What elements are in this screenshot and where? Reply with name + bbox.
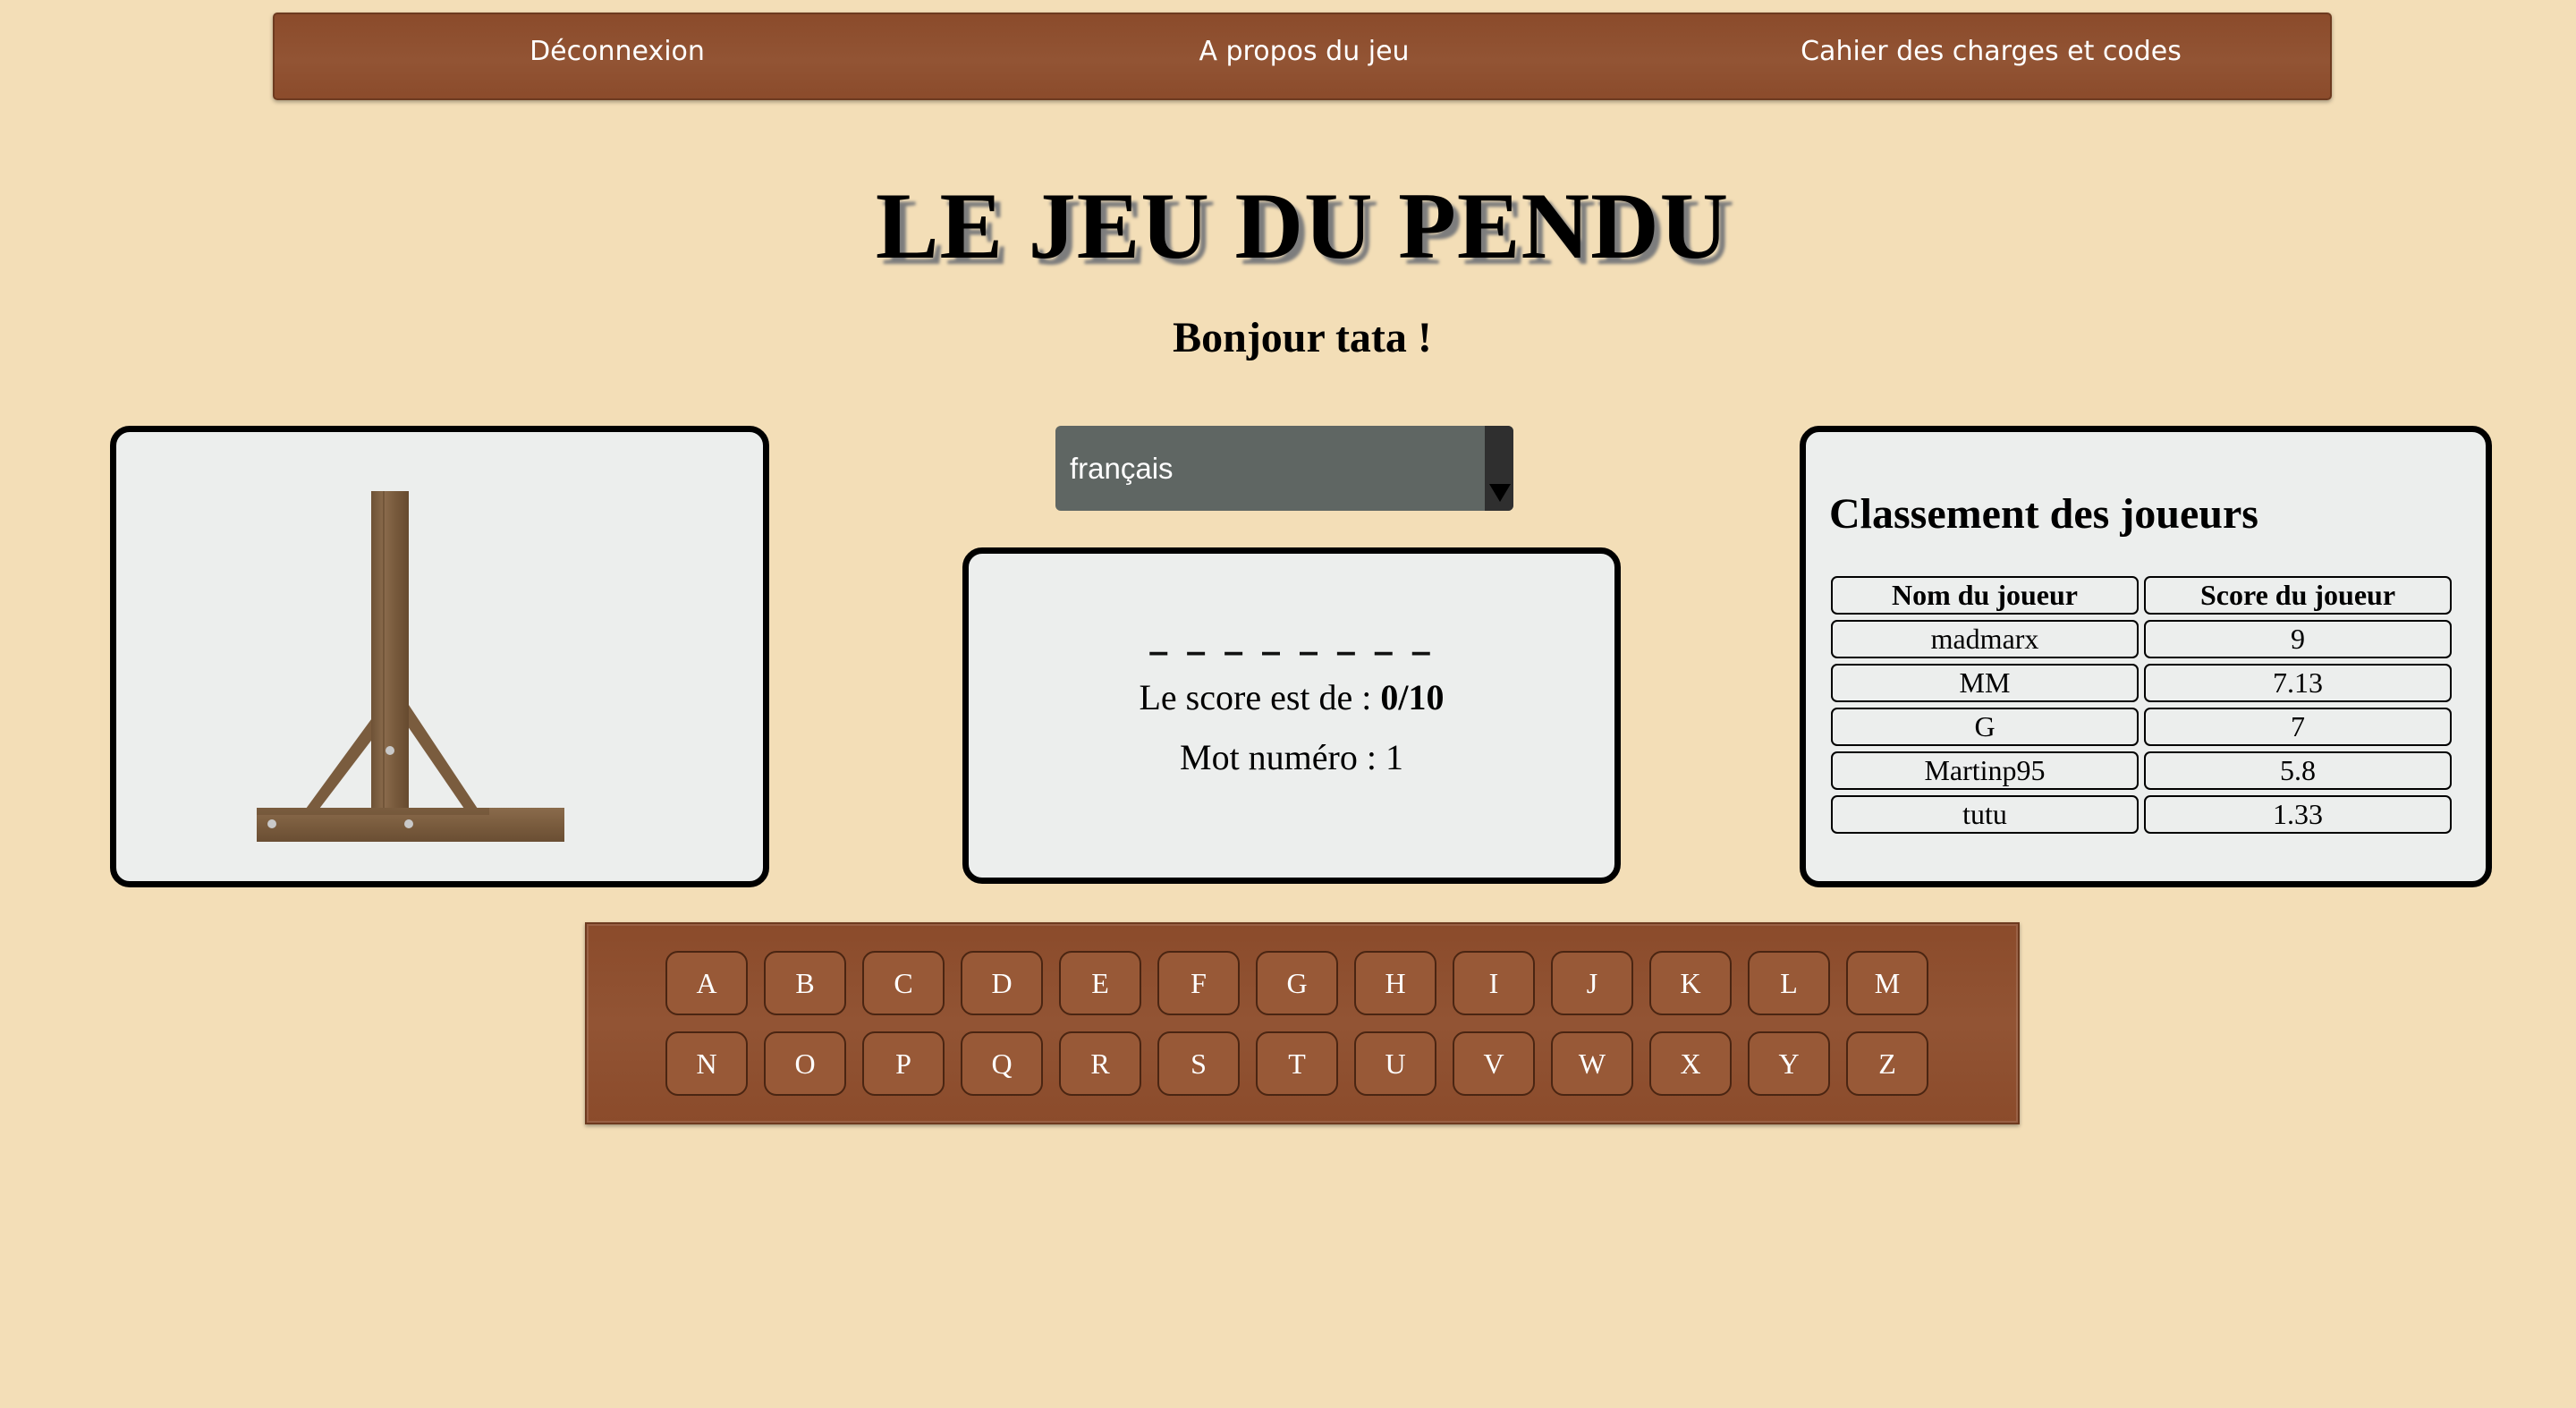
player-name: G bbox=[1831, 708, 2139, 746]
table-row: G 7 bbox=[1831, 708, 2452, 746]
gallows-panel bbox=[110, 426, 769, 887]
keyboard-row-1: A B C D E F G H I J K L M bbox=[665, 951, 1928, 1015]
letter-key-k[interactable]: K bbox=[1649, 951, 1732, 1015]
player-score: 9 bbox=[2144, 620, 2452, 658]
player-score: 7 bbox=[2144, 708, 2452, 746]
greeting: Bonjour tata ! bbox=[1173, 314, 1432, 361]
table-row: tutu 1.33 bbox=[1831, 795, 2452, 834]
player-score: 7.13 bbox=[2144, 664, 2452, 702]
letter-keyboard: A B C D E F G H I J K L M N O P Q R S T … bbox=[585, 922, 2020, 1124]
table-row: madmarx 9 bbox=[1831, 620, 2452, 658]
letter-key-d[interactable]: D bbox=[961, 951, 1043, 1015]
letter-key-c[interactable]: C bbox=[862, 951, 945, 1015]
letter-key-s[interactable]: S bbox=[1157, 1031, 1240, 1096]
page-title: LE JEU DU PENDU bbox=[875, 174, 1730, 278]
player-score: 5.8 bbox=[2144, 751, 2452, 790]
score-label: Le score est de : bbox=[1139, 677, 1372, 717]
gallows-icon bbox=[257, 491, 564, 842]
player-name: tutu bbox=[1831, 795, 2139, 834]
top-nav: Déconnexion A propos du jeu Cahier des c… bbox=[273, 13, 2332, 100]
select-arrow-button[interactable] bbox=[1485, 426, 1513, 511]
logout-link[interactable]: Déconnexion bbox=[530, 14, 705, 98]
letter-key-i[interactable]: I bbox=[1453, 951, 1535, 1015]
player-score: 1.33 bbox=[2144, 795, 2452, 834]
letter-key-m[interactable]: M bbox=[1846, 951, 1928, 1015]
score-line: Le score est de : 0/10 bbox=[969, 673, 1614, 723]
letter-key-l[interactable]: L bbox=[1748, 951, 1830, 1015]
letter-key-y[interactable]: Y bbox=[1748, 1031, 1830, 1096]
letter-key-w[interactable]: W bbox=[1551, 1031, 1633, 1096]
table-row: MM 7.13 bbox=[1831, 664, 2452, 702]
letter-key-f[interactable]: F bbox=[1157, 951, 1240, 1015]
masked-word: _ _ _ _ _ _ _ _ bbox=[1149, 615, 1434, 656]
score-value: 0/10 bbox=[1380, 677, 1445, 717]
letter-key-e[interactable]: E bbox=[1059, 951, 1141, 1015]
player-name: madmarx bbox=[1831, 620, 2139, 658]
ranking-table: Nom du joueur Score du joueur madmarx 9 … bbox=[1826, 571, 2457, 839]
table-row: Martinp95 5.8 bbox=[1831, 751, 2452, 790]
letter-key-x[interactable]: X bbox=[1649, 1031, 1732, 1096]
ranking-panel: Classement des joueurs Nom du joueur Sco… bbox=[1800, 426, 2492, 887]
letter-key-a[interactable]: A bbox=[665, 951, 748, 1015]
letter-key-o[interactable]: O bbox=[764, 1031, 846, 1096]
specs-link[interactable]: Cahier des charges et codes bbox=[1801, 14, 2182, 98]
column-header-score: Score du joueur bbox=[2144, 576, 2452, 615]
about-link[interactable]: A propos du jeu bbox=[1199, 14, 1409, 98]
letter-key-p[interactable]: P bbox=[862, 1031, 945, 1096]
letter-key-g[interactable]: G bbox=[1256, 951, 1338, 1015]
keyboard-row-2: N O P Q R S T U V W X Y Z bbox=[665, 1031, 1928, 1096]
letter-key-r[interactable]: R bbox=[1059, 1031, 1141, 1096]
letter-key-v[interactable]: V bbox=[1453, 1031, 1535, 1096]
word-number: Mot numéro : 1 bbox=[1180, 737, 1403, 777]
letter-key-q[interactable]: Q bbox=[961, 1031, 1043, 1096]
letter-key-n[interactable]: N bbox=[665, 1031, 748, 1096]
letter-key-u[interactable]: U bbox=[1354, 1031, 1436, 1096]
language-select-value: français bbox=[1070, 452, 1174, 485]
ranking-title: Classement des joueurs bbox=[1829, 490, 2258, 538]
letter-key-b[interactable]: B bbox=[764, 951, 846, 1015]
letter-key-z[interactable]: Z bbox=[1846, 1031, 1928, 1096]
player-name: Martinp95 bbox=[1831, 751, 2139, 790]
column-header-player: Nom du joueur bbox=[1831, 576, 2139, 615]
triangle-down-icon bbox=[1489, 484, 1511, 502]
word-panel: _ _ _ _ _ _ _ _ Le score est de : 0/10 M… bbox=[962, 547, 1621, 884]
letter-key-h[interactable]: H bbox=[1354, 951, 1436, 1015]
letter-key-j[interactable]: J bbox=[1551, 951, 1633, 1015]
letter-key-t[interactable]: T bbox=[1256, 1031, 1338, 1096]
player-name: MM bbox=[1831, 664, 2139, 702]
language-select[interactable]: français bbox=[1055, 426, 1513, 511]
table-header-row: Nom du joueur Score du joueur bbox=[1831, 576, 2452, 615]
